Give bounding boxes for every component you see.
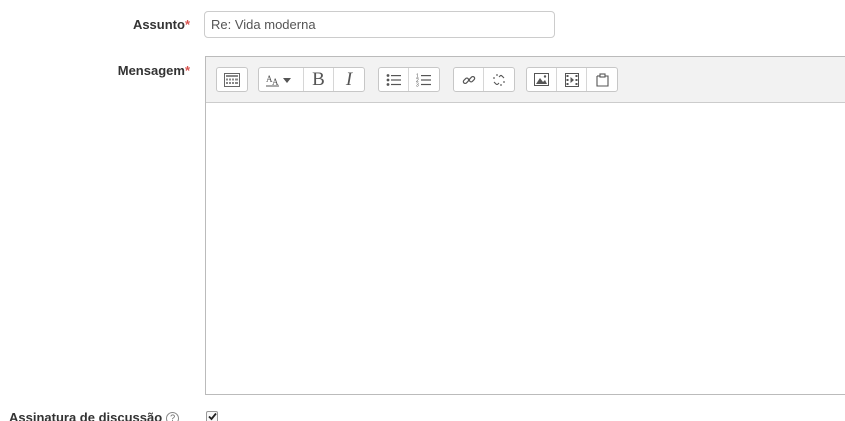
post-form: Assunto* Mensagem*	[0, 0, 845, 421]
image-button[interactable]	[527, 68, 557, 91]
manage-files-icon	[595, 72, 609, 87]
message-content-area[interactable]	[206, 103, 845, 394]
bold-button[interactable]: B	[304, 68, 334, 91]
subject-label-text: Assunto	[132, 17, 185, 32]
manage-files-button[interactable]	[587, 68, 617, 91]
toolbar-group-toggle	[216, 67, 248, 92]
media-button[interactable]	[557, 68, 587, 91]
ordered-list-icon: 1 2 3	[416, 73, 432, 87]
toolbar-toggle-button[interactable]	[217, 68, 247, 91]
unordered-list-icon	[386, 73, 402, 87]
toolbar-group-text: A A B I	[258, 67, 365, 92]
image-icon	[534, 73, 549, 86]
signature-label-text: Assinatura de discussão	[9, 410, 163, 421]
font-style-dropdown-icon: A A	[266, 73, 296, 87]
font-style-button[interactable]: A A	[259, 68, 304, 91]
required-marker: *	[184, 17, 190, 32]
message-editor: A A B I 1 2 3	[205, 56, 845, 395]
message-label-text: Mensagem	[117, 63, 185, 78]
ordered-list-button[interactable]: 1 2 3	[409, 68, 439, 91]
italic-icon: I	[345, 69, 353, 90]
toolbar-group-lists: 1 2 3	[378, 67, 440, 92]
media-icon	[564, 72, 579, 87]
help-icon[interactable]: ?	[166, 412, 180, 421]
link-icon	[462, 73, 476, 87]
message-label: Mensagem*	[118, 63, 190, 78]
editor-toolbar: A A B I 1 2 3	[206, 57, 845, 103]
unlink-button[interactable]	[484, 68, 514, 91]
link-button[interactable]	[454, 68, 484, 91]
bold-icon: B	[312, 69, 325, 90]
toolbar-toggle-icon	[224, 72, 240, 87]
toolbar-group-media	[526, 67, 618, 92]
italic-button[interactable]: I	[334, 68, 364, 91]
signature-checkbox[interactable]	[206, 411, 218, 421]
subject-label: Assunto*	[133, 17, 190, 32]
checkmark-icon	[207, 408, 217, 421]
subject-input[interactable]	[204, 11, 555, 38]
toolbar-group-links	[453, 67, 515, 92]
svg-text:3: 3	[416, 82, 419, 87]
required-marker: *	[184, 63, 190, 78]
unordered-list-button[interactable]	[379, 68, 409, 91]
unlink-icon	[492, 73, 506, 87]
signature-label: Assinatura de discussão?	[9, 410, 180, 421]
